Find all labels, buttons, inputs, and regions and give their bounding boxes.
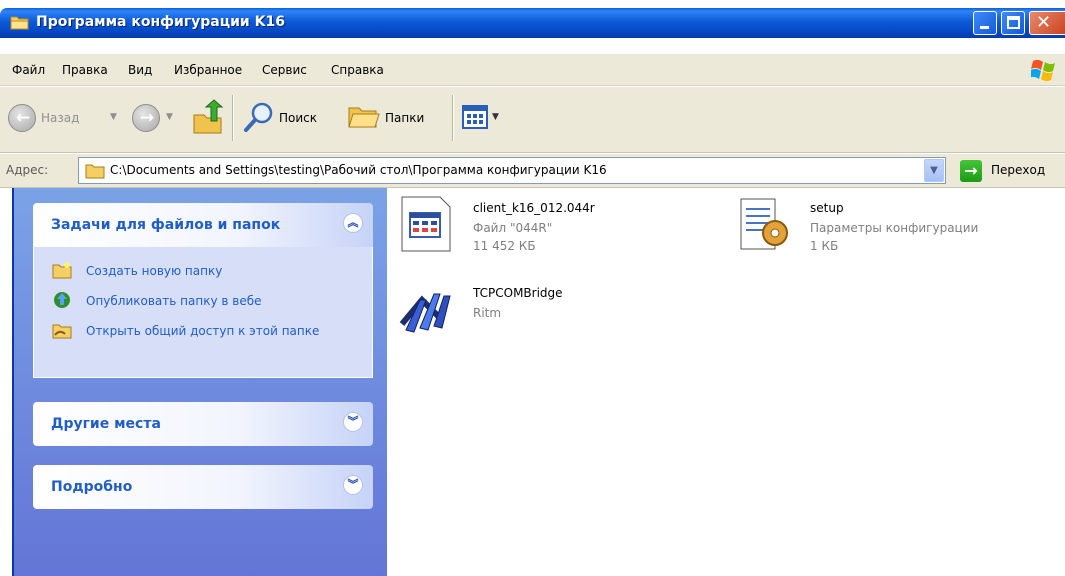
folder-icon bbox=[85, 164, 105, 179]
chevron-down-icon[interactable]: ︾ bbox=[343, 475, 363, 495]
chevron-up-icon[interactable]: ︽ bbox=[343, 213, 363, 233]
back-label: Назад bbox=[41, 111, 80, 125]
title-bar: Программа конфигурации K16 ✕ bbox=[0, 0, 1065, 46]
toolbar: ← Назад ▼ → ▼ Поиск Папки ▼ bbox=[0, 87, 1065, 153]
minimize-button[interactable] bbox=[973, 11, 997, 35]
address-label: Адрес: bbox=[6, 163, 49, 177]
search-label[interactable]: Поиск bbox=[279, 111, 317, 125]
menu-view[interactable]: Вид bbox=[128, 63, 152, 77]
file-type: Ritm bbox=[473, 306, 502, 320]
globe-publish-icon bbox=[54, 292, 70, 308]
bridge-app-icon bbox=[399, 293, 451, 333]
menu-file[interactable]: Файл bbox=[12, 63, 45, 77]
menu-edit[interactable]: Правка bbox=[62, 63, 108, 77]
arrow-left-icon: ← bbox=[15, 108, 31, 128]
generic-file-icon bbox=[401, 196, 451, 252]
address-dropdown-button[interactable]: ▼ bbox=[924, 159, 944, 182]
windows-logo-icon bbox=[1031, 59, 1055, 82]
back-button[interactable]: ← bbox=[8, 104, 36, 132]
tasks-panel-body: Создать новую папку Опубликовать папку в… bbox=[33, 247, 373, 378]
task-share-folder[interactable]: Открыть общий доступ к этой папке bbox=[52, 321, 352, 361]
file-type: Параметры конфигурации bbox=[810, 221, 979, 235]
menu-favorites[interactable]: Избранное bbox=[174, 63, 242, 77]
toolbar-separator bbox=[452, 95, 454, 141]
task-publish-web[interactable]: Опубликовать папку в вебе bbox=[52, 291, 352, 311]
file-item[interactable]: client_k16_012.044r Файл "044R" 11 452 К… bbox=[398, 195, 698, 265]
folder-up-icon[interactable] bbox=[192, 99, 224, 135]
chevron-down-icon[interactable]: ︾ bbox=[343, 412, 363, 432]
toolbar-separator bbox=[232, 95, 234, 141]
file-name: setup bbox=[810, 201, 844, 215]
tasks-panel-title: Задачи для файлов и папок bbox=[51, 217, 281, 233]
back-dropdown-icon[interactable]: ▼ bbox=[110, 112, 117, 122]
address-value: C:\Documents and Settings\testing\Рабочи… bbox=[110, 163, 607, 177]
address-input[interactable]: C:\Documents and Settings\testing\Рабочи… bbox=[78, 157, 946, 184]
folder-icon bbox=[10, 16, 29, 30]
search-icon[interactable] bbox=[243, 101, 275, 133]
details-panel-header[interactable]: Подробно ︾ bbox=[33, 465, 373, 509]
file-name: TCPCOMBridge bbox=[473, 286, 563, 300]
file-item[interactable]: setup Параметры конфигурации 1 КБ bbox=[735, 195, 1035, 265]
views-dropdown-icon[interactable]: ▼ bbox=[492, 112, 499, 122]
menu-tools[interactable]: Сервис bbox=[262, 63, 307, 77]
arrow-right-icon: → bbox=[139, 108, 155, 128]
forward-dropdown-icon[interactable]: ▼ bbox=[166, 112, 173, 122]
new-folder-icon bbox=[52, 262, 72, 279]
folders-icon[interactable] bbox=[347, 103, 381, 131]
task-new-folder[interactable]: Создать новую папку bbox=[52, 261, 352, 281]
file-size: 1 КБ bbox=[810, 239, 839, 253]
tasks-panel-header[interactable]: Задачи для файлов и папок ︽ bbox=[33, 203, 373, 247]
file-type: Файл "044R" bbox=[473, 221, 553, 235]
file-name: client_k16_012.044r bbox=[473, 201, 595, 215]
arrow-right-icon: → bbox=[964, 161, 978, 180]
window-title: Программа конфигурации K16 bbox=[36, 14, 285, 30]
close-button[interactable]: ✕ bbox=[1029, 11, 1065, 35]
file-item[interactable]: TCPCOMBridge Ritm bbox=[398, 280, 698, 350]
go-button[interactable]: → bbox=[960, 160, 982, 182]
other-places-panel-header[interactable]: Другие места ︾ bbox=[33, 402, 373, 446]
task-label: Создать новую папку bbox=[86, 264, 223, 278]
menu-bar: Файл Правка Вид Избранное Сервис Справка bbox=[0, 54, 1065, 86]
task-pane: Задачи для файлов и папок ︽ Создать нову… bbox=[12, 188, 387, 576]
task-label: Открыть общий доступ к этой папке bbox=[86, 324, 320, 338]
details-title: Подробно bbox=[51, 479, 133, 495]
shared-folder-icon bbox=[52, 324, 72, 339]
other-places-title: Другие места bbox=[51, 416, 161, 432]
views-icon[interactable] bbox=[462, 105, 488, 129]
forward-button[interactable]: → bbox=[132, 104, 160, 132]
config-file-icon bbox=[740, 198, 788, 250]
file-size: 11 452 КБ bbox=[473, 239, 536, 253]
title-bar-inner: Программа конфигурации K16 ✕ bbox=[0, 8, 1065, 38]
task-label: Опубликовать папку в вебе bbox=[86, 294, 262, 308]
address-bar: Адрес: C:\Documents and Settings\testing… bbox=[0, 154, 1065, 188]
maximize-button[interactable] bbox=[1001, 11, 1025, 35]
go-label[interactable]: Переход bbox=[991, 163, 1045, 177]
folders-label[interactable]: Папки bbox=[385, 111, 424, 125]
menu-help[interactable]: Справка bbox=[331, 63, 384, 77]
